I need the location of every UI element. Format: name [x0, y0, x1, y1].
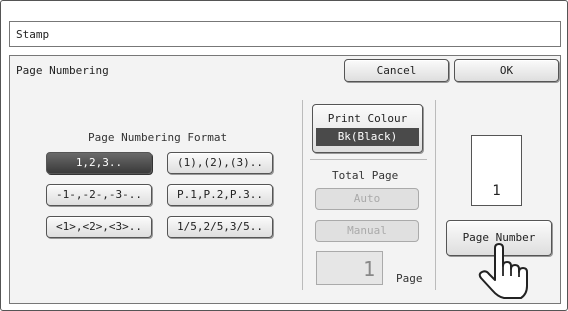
- total-page-label: Total Page: [332, 169, 399, 182]
- ok-button[interactable]: OK: [454, 59, 559, 82]
- window-title: Stamp: [16, 28, 50, 41]
- format-option-p-prefix[interactable]: P.1,P.2,P.3..: [167, 184, 273, 206]
- divider: [302, 100, 303, 290]
- format-option-fraction[interactable]: 1/5,2/5,3/5..: [167, 216, 273, 238]
- format-option-dashed[interactable]: -1-,-2-,-3-..: [46, 184, 152, 206]
- print-colour-value: Bk(Black): [316, 128, 419, 146]
- total-page-value-field: 1: [316, 251, 383, 285]
- page-preview: 1: [471, 135, 522, 206]
- divider: [435, 100, 436, 290]
- total-page-unit: Page: [396, 272, 423, 285]
- cancel-button-label: Cancel: [376, 64, 417, 77]
- format-option-label: (1),(2),(3)..: [176, 156, 264, 169]
- format-label: Page Numbering Format: [88, 131, 228, 144]
- ok-button-label: OK: [499, 64, 514, 77]
- total-page-auto-button[interactable]: Auto: [315, 188, 419, 210]
- print-colour-label: Print Colour: [327, 112, 408, 125]
- hand-pointer-icon: [478, 243, 528, 299]
- print-colour-button[interactable]: Print Colour Bk(Black): [312, 104, 423, 153]
- format-option-label: <1>,<2>,<3>..: [55, 220, 143, 233]
- total-page-manual-button[interactable]: Manual: [315, 220, 419, 242]
- format-option-1-2-3[interactable]: 1,2,3..: [46, 152, 152, 174]
- format-option-angle-brackets[interactable]: <1>,<2>,<3>..: [46, 216, 152, 238]
- format-option-parenthesized[interactable]: (1),(2),(3)..: [167, 152, 273, 174]
- page-title: Page Numbering: [16, 64, 109, 77]
- manual-button-label: Manual: [347, 224, 387, 237]
- divider: [310, 159, 427, 160]
- format-option-label: 1,2,3..: [75, 156, 123, 169]
- cancel-button[interactable]: Cancel: [344, 59, 449, 82]
- format-option-label: 1/5,2/5,3/5..: [176, 220, 264, 233]
- total-page-value: 1: [362, 257, 375, 281]
- stamp-window: Stamp Page Numbering Cancel OK Page Numb…: [0, 0, 568, 311]
- page-numbering-header: Page Numbering Cancel OK: [9, 55, 561, 85]
- window-title-bar: Stamp: [9, 21, 561, 47]
- auto-button-label: Auto: [353, 192, 381, 205]
- format-option-label: P.1,P.2,P.3..: [176, 188, 264, 201]
- page-preview-number: 1: [492, 183, 501, 199]
- settings-panel: Page Numbering Format 1,2,3.. (1),(2),(3…: [9, 84, 561, 304]
- format-option-label: -1-,-2-,-3-..: [55, 188, 143, 201]
